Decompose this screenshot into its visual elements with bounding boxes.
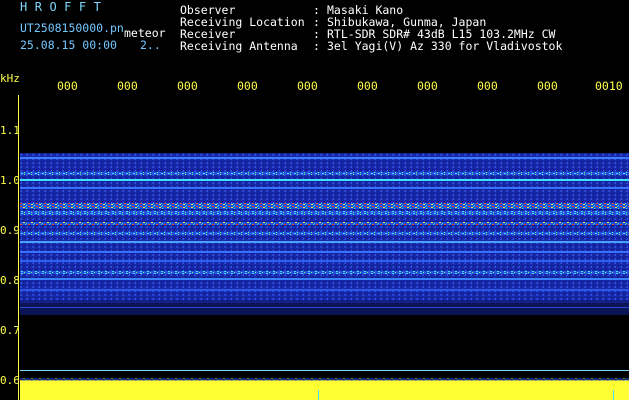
strong-signal-band — [20, 203, 629, 209]
signal-line — [20, 172, 629, 175]
signal-line — [20, 232, 629, 235]
signal-line — [20, 157, 629, 159]
x-tick-label: 000 — [537, 79, 558, 93]
signal-line — [20, 260, 629, 262]
signal-line — [20, 211, 629, 215]
y-tick-label: 0.6 — [0, 374, 20, 387]
count-label: 2.. — [140, 38, 161, 52]
signal-level-edge — [20, 378, 629, 381]
file-name: UT2508150000.pn — [20, 21, 124, 35]
y-tick-label: 0.8 — [0, 274, 20, 287]
antenna-key: Receiving Antenna — [180, 39, 298, 53]
time-marker — [613, 390, 614, 400]
x-tick-label: 000 — [297, 79, 318, 93]
x-tick-label: 0010 — [595, 79, 623, 93]
signal-line — [20, 271, 629, 274]
x-tick-label: 000 — [237, 79, 258, 93]
signal-line — [20, 289, 629, 291]
baseline-line — [20, 370, 629, 371]
x-tick-label: 000 — [417, 79, 438, 93]
signal-line — [20, 307, 629, 308]
signal-line — [20, 251, 629, 253]
signal-line — [20, 278, 629, 280]
signal-line — [20, 179, 629, 181]
signal-line — [20, 241, 629, 243]
x-tick-label: 000 — [57, 79, 78, 93]
hrofft-title: HROFFT — [20, 0, 109, 14]
y-tick-label: 0.9 — [0, 224, 20, 237]
antenna-sep: : — [313, 39, 320, 53]
signal-line — [20, 187, 629, 189]
waterfall-spectrogram — [20, 153, 629, 400]
y-tick-label: 1.1 — [0, 124, 20, 137]
x-tick-label: 000 — [477, 79, 498, 93]
y-tick-label: 1.0 — [0, 174, 20, 187]
datetime-label: 25.08.15 00:00 — [20, 38, 117, 52]
antenna-value: 3el Yagi(V) Az 330 for Vladivostok — [327, 39, 563, 53]
waterfall-noise-band — [20, 153, 629, 303]
signal-level-bar — [20, 380, 629, 400]
strong-signal-band — [20, 222, 629, 225]
y-axis-line — [18, 95, 19, 400]
unit-label: kHz — [0, 72, 20, 85]
x-tick-label: 000 — [357, 79, 378, 93]
y-tick-label: 0.7 — [0, 324, 20, 337]
time-marker — [318, 390, 319, 400]
x-tick-label: 000 — [177, 79, 198, 93]
x-tick-label: 000 — [117, 79, 138, 93]
